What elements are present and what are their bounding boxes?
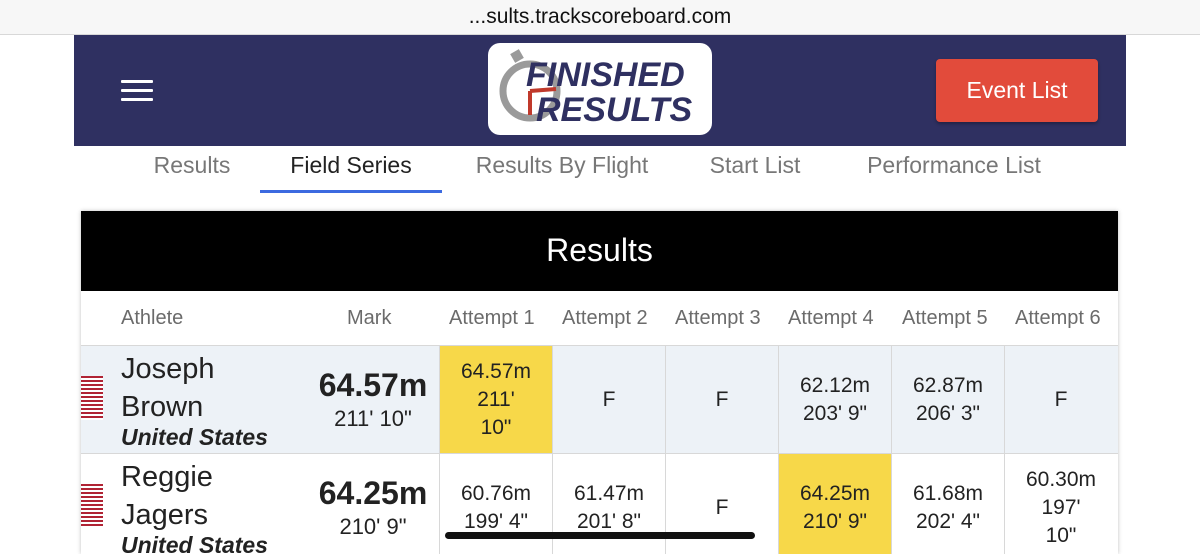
tab-field-series[interactable]: Field Series [260,146,442,194]
athlete-country: United States [121,532,268,554]
athlete-country: United States [121,424,268,450]
attempt-imperial: 206' 3" [915,401,980,425]
attempt-value: 60.30m [1025,467,1097,491]
attempt-value: 61.68m [912,481,984,505]
mark-metric: 64.57m [318,367,428,403]
athlete-last-name: Jagers [121,499,209,531]
attempt-value: 64.25m [799,481,871,505]
attempt-imperial-cont: 10" [480,415,512,439]
logo-text-results: RESULTS [536,91,693,129]
attempt-cell: 64.25m 210' 9" [778,454,891,554]
attempt-value: F [715,387,729,411]
results-tabs: Results Field Series Results By Flight S… [74,146,1126,196]
attempt-imperial: 211' [477,387,515,411]
athlete-first-name: Joseph [121,353,215,385]
attempt-cell: F [1004,346,1117,453]
column-header-attempt-3: Attempt 3 [675,307,761,329]
results-title: Results [81,211,1118,291]
attempt-imperial: 210' 9" [802,509,867,533]
browser-url-bar[interactable]: ...sults.trackscoreboard.com [0,0,1200,35]
mark-metric: 64.25m [318,475,428,511]
column-header-attempt-4: Attempt 4 [788,307,874,329]
attempt-cell: 62.87m 206' 3" [891,346,1004,453]
attempt-cell: 61.68m 202' 4" [891,454,1004,554]
active-tab-indicator [260,190,442,193]
athlete-name[interactable]: Joseph Brown [121,350,215,426]
attempt-cell: F [665,454,778,554]
hamburger-menu-icon[interactable] [121,80,153,102]
attempt-value: 60.76m [460,481,532,505]
tab-start-list[interactable]: Start List [702,146,808,194]
mark-imperial: 211' 10" [334,406,412,431]
column-header-attempt-5: Attempt 5 [902,307,988,329]
us-flag-icon [81,376,103,420]
attempt-value: F [602,387,616,411]
us-flag-icon [81,484,103,528]
athlete-name[interactable]: Reggie Jagers [121,458,213,534]
table-row[interactable]: Joseph Brown United States 64.57m 211' 1… [81,345,1118,453]
attempt-imperial: 202' 4" [915,509,980,533]
finished-results-logo[interactable]: FINISHED RESULTS [488,43,712,135]
attempt-imperial: 203' 9" [802,401,867,425]
athlete-last-name: Brown [121,391,204,423]
tab-results-by-flight[interactable]: Results By Flight [467,146,657,194]
column-header-attempt-2: Attempt 2 [562,307,648,329]
attempt-value: 62.12m [799,373,871,397]
attempt-cell: 62.12m 203' 9" [778,346,891,453]
attempt-cell: 60.76m 199' 4" [439,454,552,554]
column-header-attempt-6: Attempt 6 [1015,307,1101,329]
column-header-attempt-1: Attempt 1 [449,307,535,329]
attempt-imperial: 197' [1041,495,1081,519]
attempt-cell: F [665,346,778,453]
attempt-cell: 60.30m 197' 10" [1004,454,1117,554]
attempt-imperial-cont: 10" [1045,523,1077,547]
column-header-mark: Mark [347,307,392,329]
tab-performance-list[interactable]: Performance List [859,146,1049,194]
attempt-value: F [715,495,729,519]
attempt-cell: 64.57m 211' 10" [439,346,552,453]
attempt-cell: F [552,346,665,453]
mark-imperial: 210' 9" [339,514,407,539]
attempt-cell: 61.47m 201' 8" [552,454,665,554]
results-card: Results Athlete Mark Attempt 1 Attempt 2… [81,211,1118,554]
url-text: ...sults.trackscoreboard.com [468,5,732,28]
home-indicator[interactable] [445,532,755,539]
logo-text-finished: FINISHED [526,56,685,94]
attempt-value: 62.87m [912,373,984,397]
best-mark: 64.25m 210' 9" [303,474,443,542]
column-header-athlete: Athlete [121,307,184,329]
attempt-value: 64.57m [460,359,532,383]
site-header: FINISHED RESULTS Event List [74,35,1126,146]
tab-results[interactable]: Results [152,146,232,194]
attempt-value: F [1054,387,1068,411]
attempt-value: 61.47m [573,481,645,505]
best-mark: 64.57m 211' 10" [303,366,443,434]
athlete-first-name: Reggie [121,461,213,493]
event-list-button[interactable]: Event List [936,59,1098,122]
